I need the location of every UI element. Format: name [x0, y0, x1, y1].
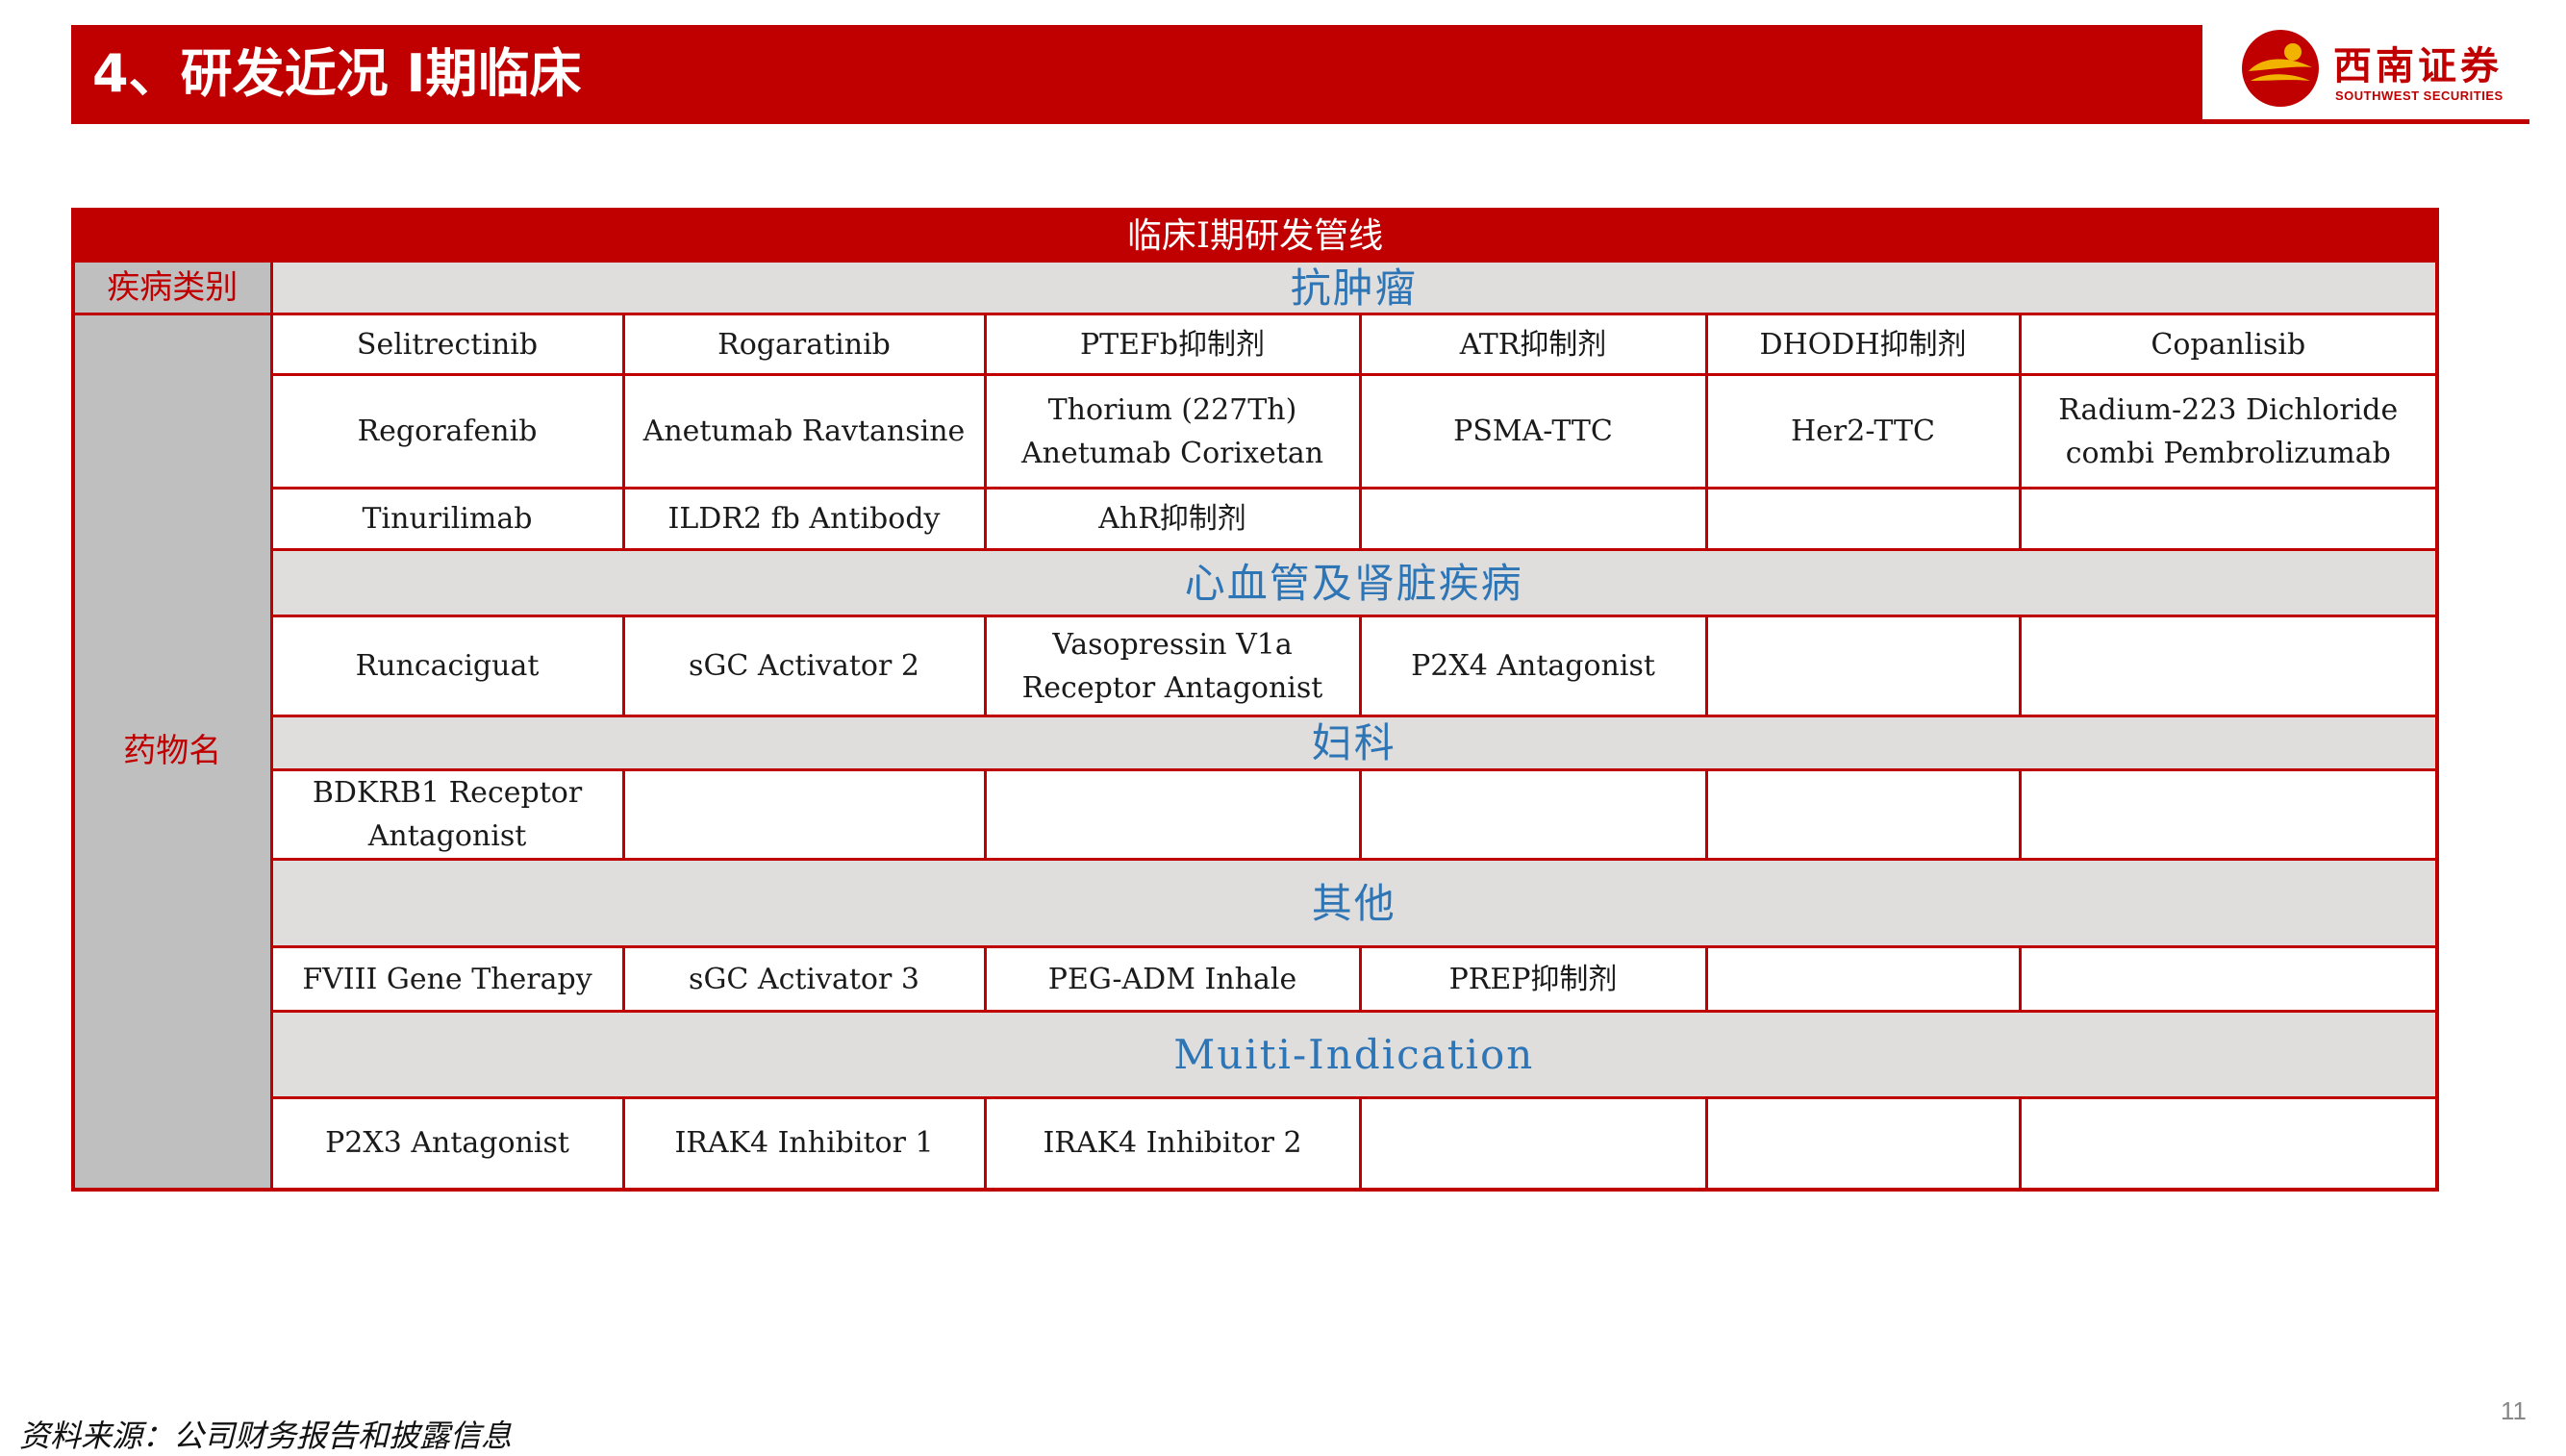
source-note: 资料来源：公司财务报告和披露信息 — [19, 1418, 513, 1454]
drug-cell: Selitrectinib — [269, 313, 625, 376]
drug-cell — [1704, 487, 2022, 551]
drug-cell — [1704, 945, 2022, 1013]
drug-cell: BDKRB1 Receptor Antagonist — [269, 768, 625, 861]
drug-cell: Runcaciguat — [269, 615, 625, 717]
drug-cell — [1358, 487, 1708, 551]
drug-cell: P2X4 Antagonist — [1358, 615, 1708, 717]
logo-mark-icon — [2242, 30, 2319, 107]
drug-cell — [1704, 615, 2022, 717]
drug-cell: PEG-ADM Inhale — [983, 945, 1362, 1013]
pipeline-table: 临床I期研发管线 疾病类别 抗肿瘤 药物名 Selitrectinib Roga… — [71, 208, 2440, 1192]
drug-cell — [621, 768, 987, 861]
drug-cell: Vasopressin V1a Receptor Antagonist — [983, 615, 1362, 717]
drug-cell: PREP抑制剂 — [1358, 945, 1708, 1013]
drug-cell: sGC Activator 3 — [621, 945, 987, 1013]
drug-cell: ILDR2 fb Antibody — [621, 487, 987, 551]
drug-cell — [2018, 615, 2439, 717]
drug-cell: FVIII Gene Therapy — [269, 945, 625, 1013]
drug-cell: Thorium (227Th) Anetumab Corixetan — [983, 373, 1362, 490]
category-header: 其他 — [269, 858, 2439, 948]
drug-cell: Tinurilimab — [269, 487, 625, 551]
drug-cell — [2018, 768, 2439, 861]
company-logo: 西南证券 SOUTHWEST SECURITIES — [2229, 27, 2518, 115]
drug-name-label: 药物名 — [71, 313, 273, 1191]
category-header: 妇科 — [269, 715, 2439, 771]
drug-cell — [1704, 1096, 2022, 1191]
title-underline — [71, 119, 2529, 124]
drug-cell: AhR抑制剂 — [983, 487, 1362, 551]
drug-cell — [2018, 487, 2439, 551]
drug-cell: sGC Activator 2 — [621, 615, 987, 717]
drug-cell: Copanlisib — [2018, 313, 2439, 376]
drug-cell — [1358, 1096, 1708, 1191]
title-bar: 4、研发近况 I期临床 — [71, 25, 2202, 123]
logo-english-text: SOUTHWEST SECURITIES — [2335, 88, 2503, 103]
drug-cell: Her2-TTC — [1704, 373, 2022, 490]
drug-cell — [2018, 1096, 2439, 1191]
drug-cell: P2X3 Antagonist — [269, 1096, 625, 1191]
disease-category-label: 疾病类别 — [71, 260, 273, 315]
drug-cell: ATR抑制剂 — [1358, 313, 1708, 376]
drug-cell: IRAK4 Inhibitor 1 — [621, 1096, 987, 1191]
drug-cell — [1358, 768, 1708, 861]
table-title: 临床I期研发管线 — [71, 208, 2439, 263]
category-header: 心血管及肾脏疾病 — [269, 548, 2439, 617]
drug-cell — [2018, 945, 2439, 1013]
drug-cell — [983, 768, 1362, 861]
category-header: 抗肿瘤 — [269, 260, 2439, 315]
page-number: 11 — [2501, 1396, 2527, 1425]
drug-cell: DHODH抑制剂 — [1704, 313, 2022, 376]
category-header: Muiti-Indication — [269, 1010, 2439, 1099]
drug-cell: Regorafenib — [269, 373, 625, 490]
drug-cell: PSMA-TTC — [1358, 373, 1708, 490]
logo-chinese-text: 西南证券 — [2333, 43, 2503, 88]
drug-cell: PTEFb抑制剂 — [983, 313, 1362, 376]
drug-cell: Rogaratinib — [621, 313, 987, 376]
page-title: 4、研发近况 I期临床 — [92, 43, 582, 104]
drug-cell: Radium-223 Dichloride combi Pembrolizuma… — [2018, 373, 2439, 490]
drug-cell: Anetumab Ravtansine — [621, 373, 987, 490]
drug-cell — [1704, 768, 2022, 861]
drug-cell: IRAK4 Inhibitor 2 — [983, 1096, 1362, 1191]
